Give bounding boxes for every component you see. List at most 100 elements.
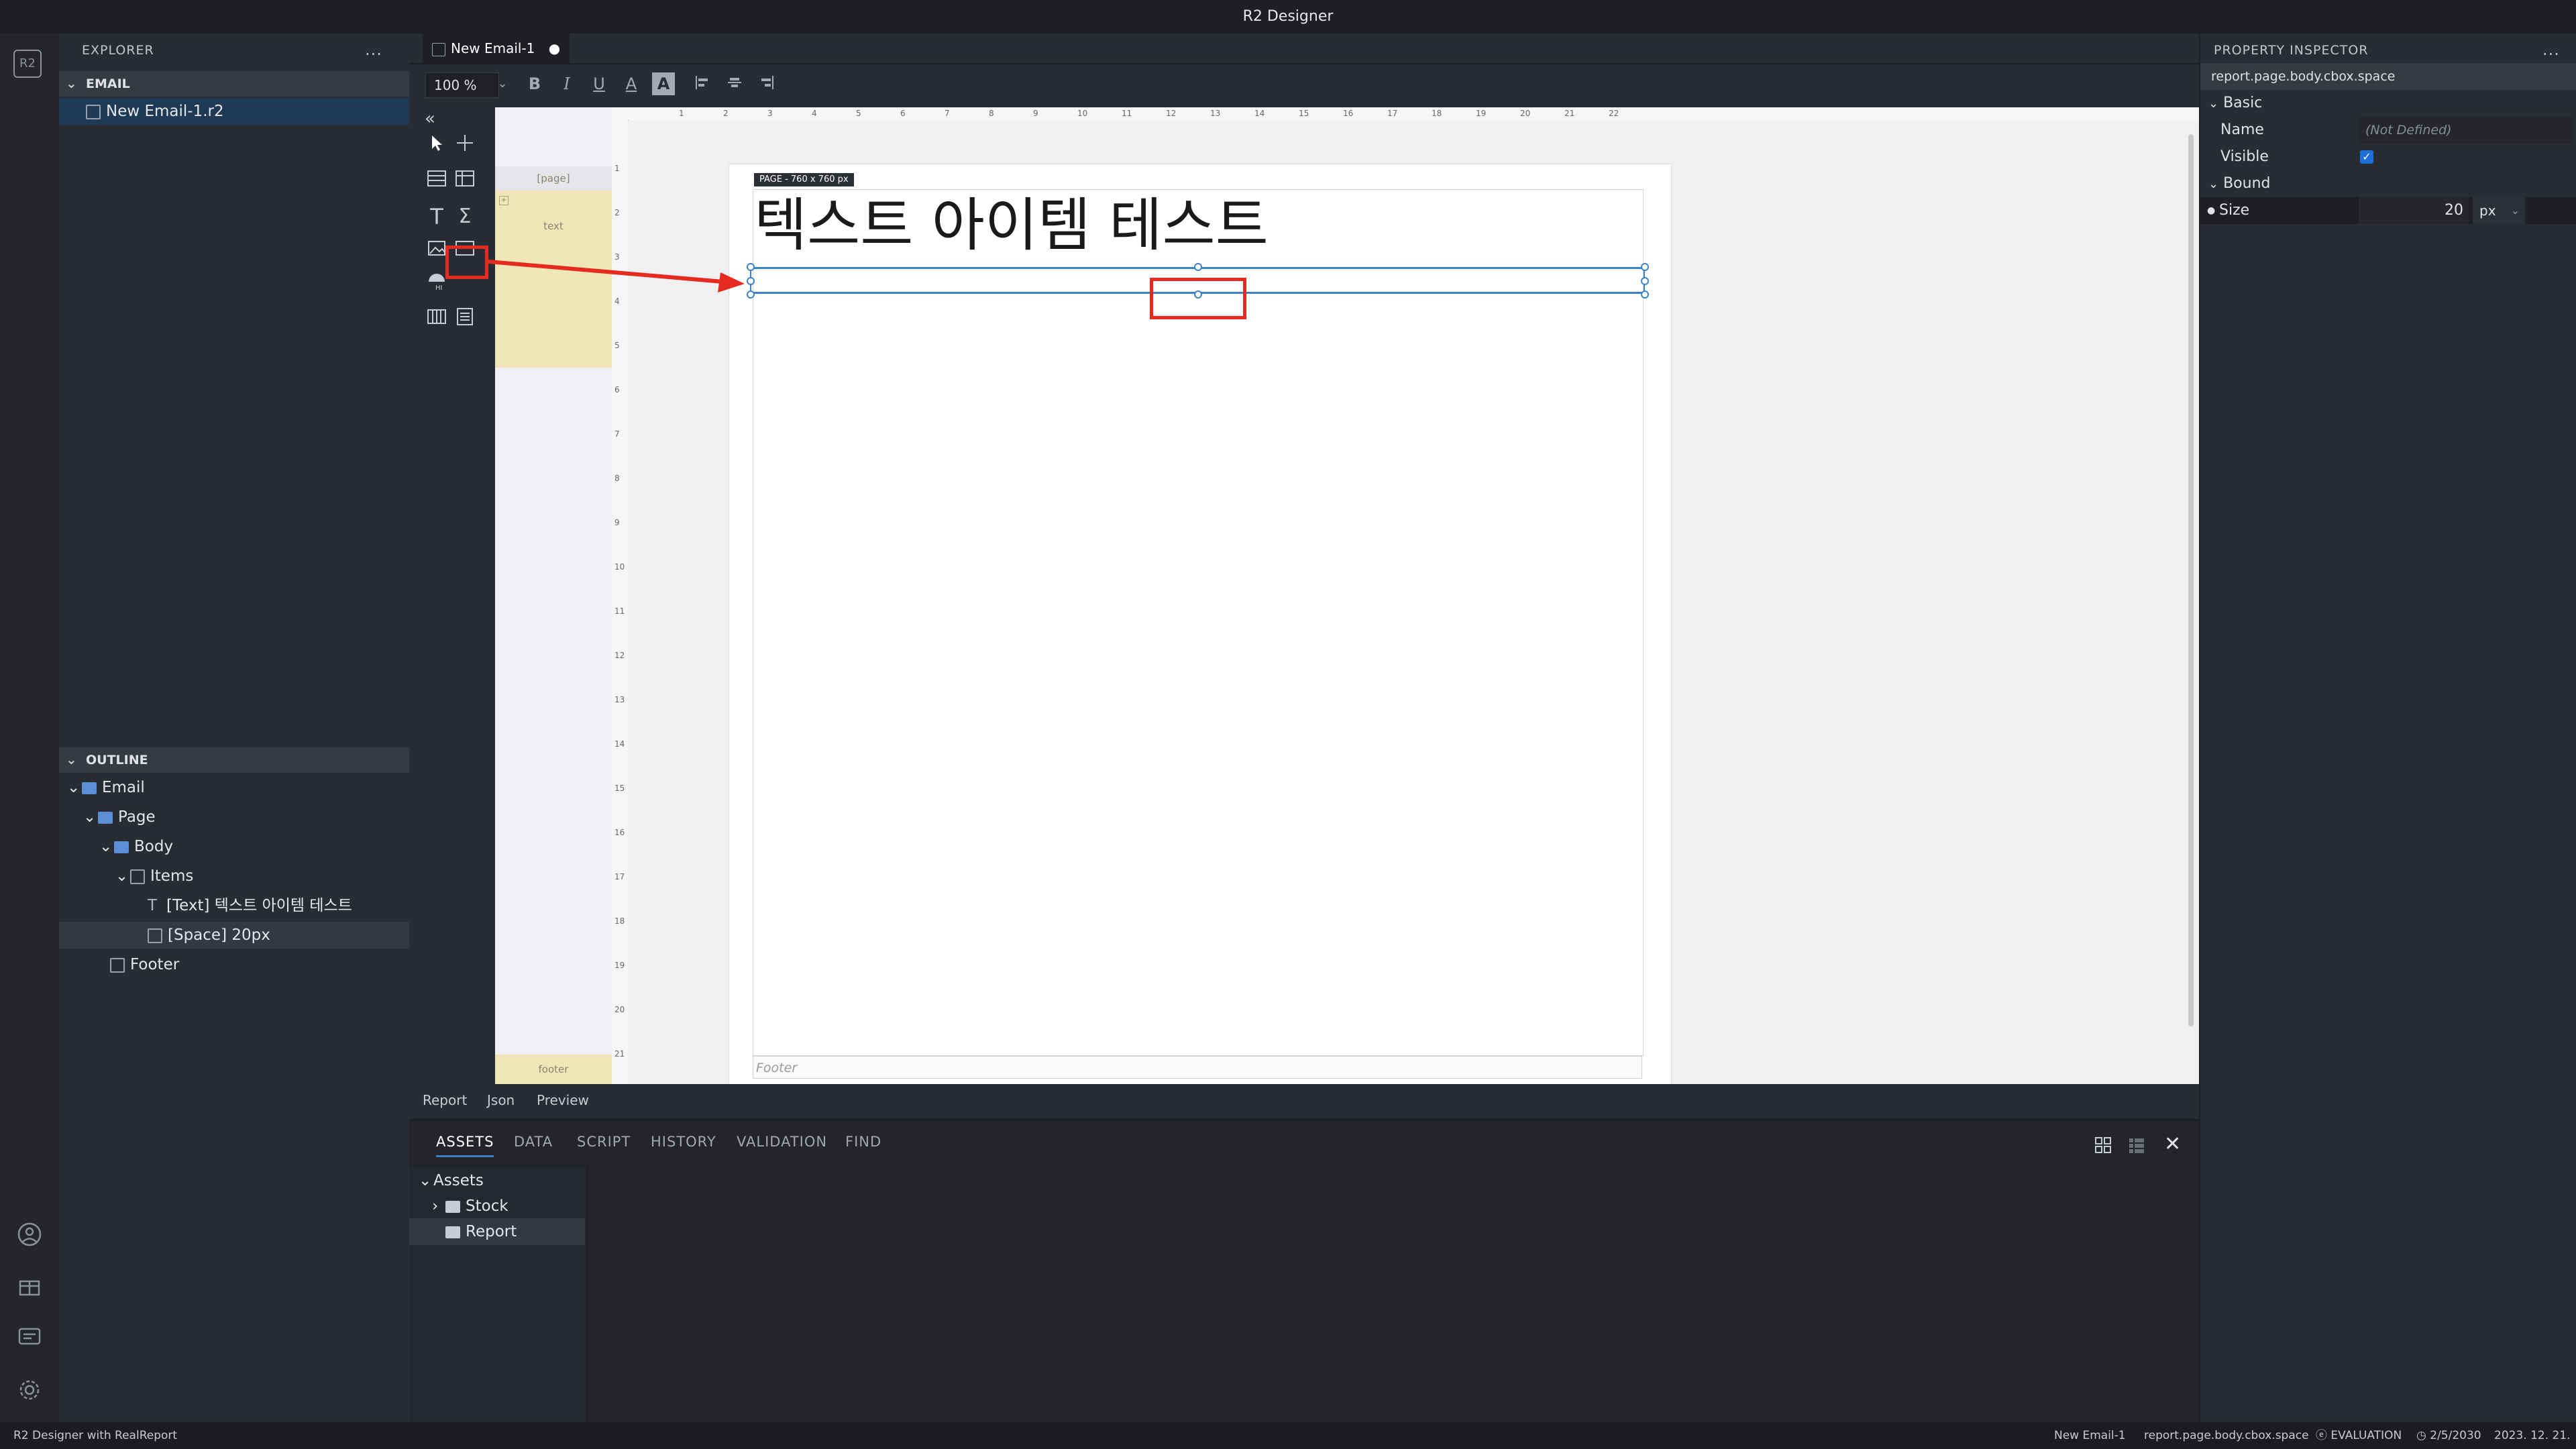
band-column: [page] + text footer — [495, 107, 612, 1084]
tab-data[interactable]: DATA — [514, 1134, 553, 1150]
folder-icon — [114, 841, 129, 853]
unit-select[interactable]: px ⌄ — [2473, 197, 2525, 224]
tab-script[interactable]: SCRIPT — [577, 1134, 631, 1150]
explorer-section-email[interactable]: ⌄ EMAIL — [59, 71, 409, 97]
table-band-icon[interactable] — [423, 168, 451, 196]
tab-assets[interactable]: ASSETS — [436, 1134, 494, 1157]
ruler-tick-label: 7 — [945, 109, 950, 118]
outline-item-text[interactable]: T [Text] 텍스트 아이템 테스트 — [148, 892, 352, 919]
unsaved-dot-icon[interactable]: ● — [549, 40, 560, 56]
status-path[interactable]: report.page.body.cbox.space — [2144, 1422, 2309, 1449]
page-band-label[interactable]: [page] — [495, 166, 612, 191]
property-inspector: PROPERTY INSPECTOR ... report.page.body.… — [2199, 34, 2576, 1422]
group-bound[interactable]: ⌄ Bound — [2200, 170, 2576, 197]
pointer-tool-icon[interactable] — [423, 133, 451, 161]
back-color-button[interactable]: A — [652, 72, 675, 95]
prop-label: Name — [2220, 121, 2264, 138]
prop-name: Name (Not Defined) — [2200, 117, 2576, 144]
outline-item-space[interactable]: [Space] 20px — [59, 922, 409, 949]
name-input[interactable]: (Not Defined) — [2359, 117, 2573, 144]
bold-button[interactable]: B — [523, 72, 546, 95]
annotation-box-space-tool — [445, 246, 488, 279]
modified-dot-icon: ● — [2207, 205, 2216, 216]
outline-label: Email — [102, 779, 145, 796]
canvas-scrollbar[interactable] — [2188, 134, 2194, 1026]
status-document[interactable]: New Email-1 — [2054, 1422, 2126, 1449]
ruler-tick-label: 4 — [614, 297, 620, 306]
visible-checkbox[interactable]: ✓ — [2360, 150, 2373, 164]
inspector-more-button[interactable]: ... — [2542, 40, 2560, 59]
align-center-icon[interactable] — [723, 72, 746, 95]
resize-handle[interactable] — [1641, 290, 1649, 299]
assets-root[interactable]: ⌄ Assets — [419, 1167, 484, 1194]
app-logo-icon[interactable]: R2 — [13, 50, 42, 78]
align-right-icon[interactable] — [755, 72, 778, 95]
tab-new-email-1[interactable]: New Email-1 ● — [423, 34, 570, 63]
underline-button[interactable]: U — [588, 72, 610, 95]
list-tool-icon[interactable] — [451, 306, 479, 334]
explorer-more-button[interactable]: ... — [365, 40, 382, 59]
resize-handle[interactable] — [1641, 263, 1649, 271]
feedback-icon[interactable] — [15, 1324, 44, 1354]
chevron-down-icon: ⌄ — [2208, 97, 2219, 111]
outline-header[interactable]: ⌄ OUTLINE — [59, 747, 409, 773]
outline-item-body[interactable]: ⌄ Body — [99, 833, 173, 860]
outline-item-items[interactable]: ⌄ Items — [115, 863, 193, 890]
list-view-icon[interactable] — [2127, 1135, 2147, 1159]
settings-icon[interactable] — [15, 1377, 44, 1406]
outline-label: Body — [134, 838, 174, 855]
text-item[interactable]: 텍스트 아이템 테스트 — [754, 188, 1640, 263]
outline-label: [Text] 텍스트 아이템 테스트 — [166, 897, 352, 914]
assets-item-stock[interactable]: › Stock — [432, 1193, 508, 1220]
ruler-tick-label: 2 — [723, 109, 729, 118]
file-icon — [432, 42, 445, 56]
size-input[interactable]: 20 — [2359, 197, 2469, 224]
footer-placeholder[interactable]: Footer — [753, 1056, 1642, 1079]
tab-find[interactable]: FIND — [845, 1134, 881, 1150]
group-basic[interactable]: ⌄ Basic — [2200, 90, 2576, 117]
user-icon[interactable] — [15, 1221, 44, 1250]
footer-band-label[interactable]: footer — [495, 1055, 612, 1084]
zoom-select[interactable]: 100 % — [425, 72, 499, 98]
resize-handle[interactable] — [1194, 263, 1202, 271]
list-icon — [110, 957, 125, 973]
assets-label: Stock — [466, 1197, 508, 1215]
horizontal-ruler: 1 2 3 4 5 6 7 8 9 10 11 12 13 14 15 16 17 18 19 20 21 22 — [612, 107, 2199, 121]
bottom-panel: ASSETS DATA SCRIPT HISTORY VALIDATION FI… — [409, 1120, 2199, 1422]
text-tool-icon[interactable]: T — [423, 203, 451, 231]
ruler-tick-label: 9 — [614, 518, 620, 527]
resize-handle[interactable] — [1641, 277, 1649, 285]
italic-button[interactable]: I — [555, 72, 578, 95]
tab-report[interactable]: Report — [423, 1092, 467, 1108]
tab-history[interactable]: HISTORY — [651, 1134, 716, 1150]
folder-icon — [445, 1200, 460, 1213]
move-tool-icon[interactable] — [451, 133, 479, 161]
grid-icon[interactable] — [451, 168, 479, 196]
columns-tool-icon[interactable] — [423, 306, 451, 334]
file-item[interactable]: New Email-1.r2 — [59, 98, 409, 125]
outline-item-page[interactable]: ⌄ Page — [83, 804, 156, 830]
tab-validation[interactable]: VALIDATION — [737, 1134, 827, 1150]
close-icon[interactable]: ✕ — [2164, 1132, 2181, 1156]
ruler-tick-label: 20 — [614, 1005, 625, 1014]
tab-json[interactable]: Json — [487, 1092, 515, 1108]
grid-view-icon[interactable] — [2093, 1135, 2113, 1159]
outline-item-footer[interactable]: Footer — [110, 951, 179, 978]
font-color-button[interactable]: A — [620, 72, 643, 95]
ruler-tick-label: 1 — [679, 109, 684, 118]
align-left-icon[interactable] — [691, 72, 714, 95]
collapse-icon[interactable]: « — [416, 105, 444, 133]
text-type-icon: T — [148, 897, 158, 914]
outline-item-email[interactable]: ⌄ Email — [67, 774, 145, 801]
chevron-down-icon: ⌄ — [83, 808, 97, 826]
gift-icon[interactable] — [15, 1272, 44, 1301]
chevron-down-icon[interactable]: ⌄ — [491, 72, 514, 95]
assets-item-report[interactable]: Report — [409, 1218, 585, 1245]
expand-icon[interactable]: + — [499, 196, 508, 205]
ruler-tick-label: 4 — [812, 109, 817, 118]
summary-tool-icon[interactable]: Σ — [451, 203, 479, 231]
chevron-down-icon: ⌄ — [66, 75, 77, 91]
ruler-tick-label: 16 — [614, 828, 625, 837]
ruler-tick-label: 12 — [1166, 109, 1177, 118]
tab-preview[interactable]: Preview — [537, 1092, 589, 1108]
